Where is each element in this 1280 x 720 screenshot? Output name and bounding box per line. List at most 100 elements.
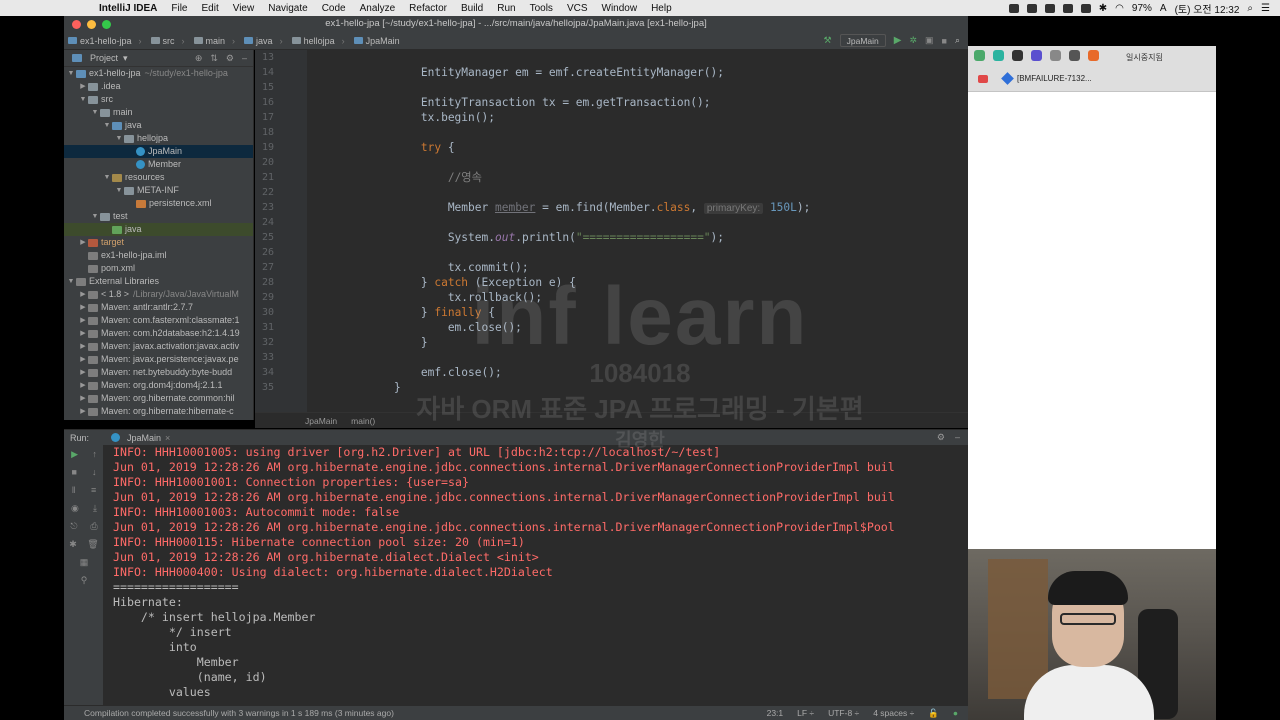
tree-item[interactable]: ▶ .idea bbox=[64, 80, 253, 93]
tree-item[interactable]: ▼ META-INF bbox=[64, 184, 253, 197]
code-line[interactable]: 15 bbox=[255, 80, 968, 95]
chevron-down-icon[interactable]: ▾ bbox=[123, 53, 128, 64]
tray-screen-icon[interactable] bbox=[1026, 3, 1037, 13]
chevron-down-icon[interactable]: ▼ bbox=[102, 119, 112, 132]
code-line[interactable]: 22 bbox=[255, 185, 968, 200]
code-line[interactable]: 27 tx.commit(); bbox=[255, 260, 968, 275]
tree-item[interactable]: ▶ Maven: net.bytebuddy:byte-budd bbox=[64, 366, 253, 379]
code-line[interactable]: 17 tx.begin(); bbox=[255, 110, 968, 125]
print-icon[interactable]: ⎙ bbox=[90, 521, 97, 532]
menu-file[interactable]: File bbox=[164, 3, 194, 14]
extension-icon[interactable] bbox=[1088, 50, 1099, 61]
chevron-right-icon[interactable]: ▶ bbox=[78, 80, 88, 93]
breadcrumb-project[interactable]: ex1-hello-jpa › bbox=[64, 36, 147, 46]
collapse-icon[interactable]: ⇅ bbox=[210, 53, 218, 64]
code-line[interactable]: 30 } finally { bbox=[255, 305, 968, 320]
extension-icon[interactable] bbox=[1012, 50, 1023, 61]
bookmark-item[interactable]: [BMFAILURE-7132... bbox=[1017, 74, 1092, 83]
camera-icon[interactable]: ◉ bbox=[71, 503, 79, 514]
extension-icon[interactable] bbox=[1069, 50, 1080, 61]
chevron-down-icon[interactable]: ▼ bbox=[66, 275, 76, 288]
tree-item[interactable]: ▼ src bbox=[64, 93, 253, 106]
menu-window[interactable]: Window bbox=[595, 3, 645, 14]
code-line[interactable]: 24 bbox=[255, 215, 968, 230]
code-line[interactable]: 23 Member member = em.find(Member.class,… bbox=[255, 200, 968, 215]
code-line[interactable]: 32 } bbox=[255, 335, 968, 350]
coverage-icon[interactable]: ▣ bbox=[925, 35, 934, 46]
project-view-select[interactable]: Project bbox=[90, 53, 118, 63]
caret-position[interactable]: 23:1 bbox=[767, 708, 784, 719]
menu-tools[interactable]: Tools bbox=[523, 3, 560, 14]
code-line[interactable]: 19 try { bbox=[255, 140, 968, 155]
event-log-icon[interactable]: ● bbox=[953, 708, 958, 719]
code-line[interactable]: 26 bbox=[255, 245, 968, 260]
run-icon[interactable]: ▶ bbox=[894, 35, 902, 46]
chevron-down-icon[interactable]: ▼ bbox=[78, 93, 88, 106]
code-editor[interactable]: 13 14 EntityManager em = emf.createEntity… bbox=[255, 50, 968, 412]
spotlight-icon[interactable]: ⌕ bbox=[1247, 3, 1253, 14]
minimize-window-button[interactable] bbox=[87, 20, 96, 29]
menu-edit[interactable]: Edit bbox=[194, 3, 225, 14]
layout-icon[interactable]: ▦ bbox=[80, 557, 89, 568]
bluetooth-icon[interactable]: ✱ bbox=[1099, 3, 1107, 14]
chevron-right-icon[interactable]: ▶ bbox=[78, 379, 88, 392]
menu-code[interactable]: Code bbox=[315, 3, 353, 14]
menu-refactor[interactable]: Refactor bbox=[402, 3, 454, 14]
run-console[interactable]: INFO: HHH10001005: using driver [org.h2.… bbox=[104, 445, 968, 705]
trash-icon[interactable]: 🗑 bbox=[87, 539, 98, 550]
code-line[interactable]: 14 EntityManager em = emf.createEntityMa… bbox=[255, 65, 968, 80]
breadcrumb-src[interactable]: src › bbox=[147, 36, 190, 46]
tree-item[interactable]: ▶ Maven: com.h2database:h2:1.4.19 bbox=[64, 327, 253, 340]
exit-icon[interactable]: ⎋ bbox=[70, 521, 77, 532]
tree-item[interactable]: ▼ test bbox=[64, 210, 253, 223]
chevron-down-icon[interactable]: ▼ bbox=[114, 132, 124, 145]
chevron-right-icon[interactable]: ▶ bbox=[78, 314, 88, 327]
editor-crumb-method[interactable]: main() bbox=[351, 416, 375, 426]
chevron-down-icon[interactable]: ▼ bbox=[66, 67, 76, 80]
tree-item[interactable]: ▶ Maven: com.fasterxml:classmate:1 bbox=[64, 314, 253, 327]
chevron-down-icon[interactable]: ▼ bbox=[114, 184, 124, 197]
chevron-right-icon[interactable]: ▶ bbox=[78, 327, 88, 340]
tree-item[interactable]: ▶ Maven: javax.persistence:javax.pe bbox=[64, 353, 253, 366]
tree-item[interactable]: ▼ main bbox=[64, 106, 253, 119]
hide-icon[interactable]: – bbox=[242, 53, 247, 64]
gear-icon[interactable]: ⚙ bbox=[226, 53, 234, 64]
code-line[interactable]: 28 } catch (Exception e) { bbox=[255, 275, 968, 290]
code-line[interactable]: 29 tx.rollback(); bbox=[255, 290, 968, 305]
chevron-right-icon[interactable]: ▶ bbox=[78, 236, 88, 249]
code-line[interactable]: 13 bbox=[255, 50, 968, 65]
settings-icon[interactable]: ✱ bbox=[69, 539, 77, 550]
chevron-right-icon[interactable]: ▶ bbox=[78, 392, 88, 405]
debug-icon[interactable]: ✲ bbox=[909, 35, 917, 46]
rerun-icon[interactable]: ▶ bbox=[71, 449, 78, 460]
lock-icon[interactable]: 🔓 bbox=[928, 708, 939, 719]
notification-icon[interactable]: ☰ bbox=[1261, 3, 1270, 14]
chevron-right-icon[interactable]: ▶ bbox=[78, 366, 88, 379]
battery-percent[interactable]: 97% bbox=[1132, 3, 1152, 14]
up-arrow-icon[interactable]: ↑ bbox=[92, 449, 97, 459]
tree-item[interactable]: java bbox=[64, 223, 253, 236]
code-line[interactable]: 20 bbox=[255, 155, 968, 170]
menu-view[interactable]: View bbox=[226, 3, 262, 14]
tree-item[interactable]: persistence.xml bbox=[64, 197, 253, 210]
pin-icon[interactable]: ⚲ bbox=[81, 575, 88, 586]
tray-app-icon[interactable] bbox=[1008, 3, 1019, 13]
code-line[interactable]: 34 emf.close(); bbox=[255, 365, 968, 380]
down-arrow-icon[interactable]: ↓ bbox=[92, 467, 97, 477]
tree-item[interactable]: ex1-hello-jpa.iml bbox=[64, 249, 253, 262]
menu-app-name[interactable]: IntelliJ IDEA bbox=[92, 3, 164, 14]
jira-icon[interactable] bbox=[1001, 72, 1014, 85]
menu-analyze[interactable]: Analyze bbox=[353, 3, 403, 14]
extension-icon[interactable] bbox=[993, 50, 1004, 61]
tree-item[interactable]: ▼ ex1-hello-jpa ~/study/ex1-hello-jpa bbox=[64, 67, 253, 80]
tree-item[interactable]: ▶ Maven: org.hibernate:hibernate-c bbox=[64, 405, 253, 418]
tray-info-icon[interactable] bbox=[1062, 3, 1073, 13]
extension-icon[interactable] bbox=[974, 50, 985, 61]
menu-help[interactable]: Help bbox=[644, 3, 679, 14]
browser-profile-paused[interactable]: 일시중지됨 bbox=[1126, 52, 1163, 63]
run-configuration-select[interactable]: JpaMain bbox=[839, 34, 886, 47]
code-line[interactable]: 33 bbox=[255, 350, 968, 365]
tree-item[interactable]: ▶ < 1.8 >/Library/Java/JavaVirtualM bbox=[64, 288, 253, 301]
input-source[interactable]: A bbox=[1160, 3, 1167, 14]
chevron-right-icon[interactable]: ▶ bbox=[78, 405, 88, 418]
